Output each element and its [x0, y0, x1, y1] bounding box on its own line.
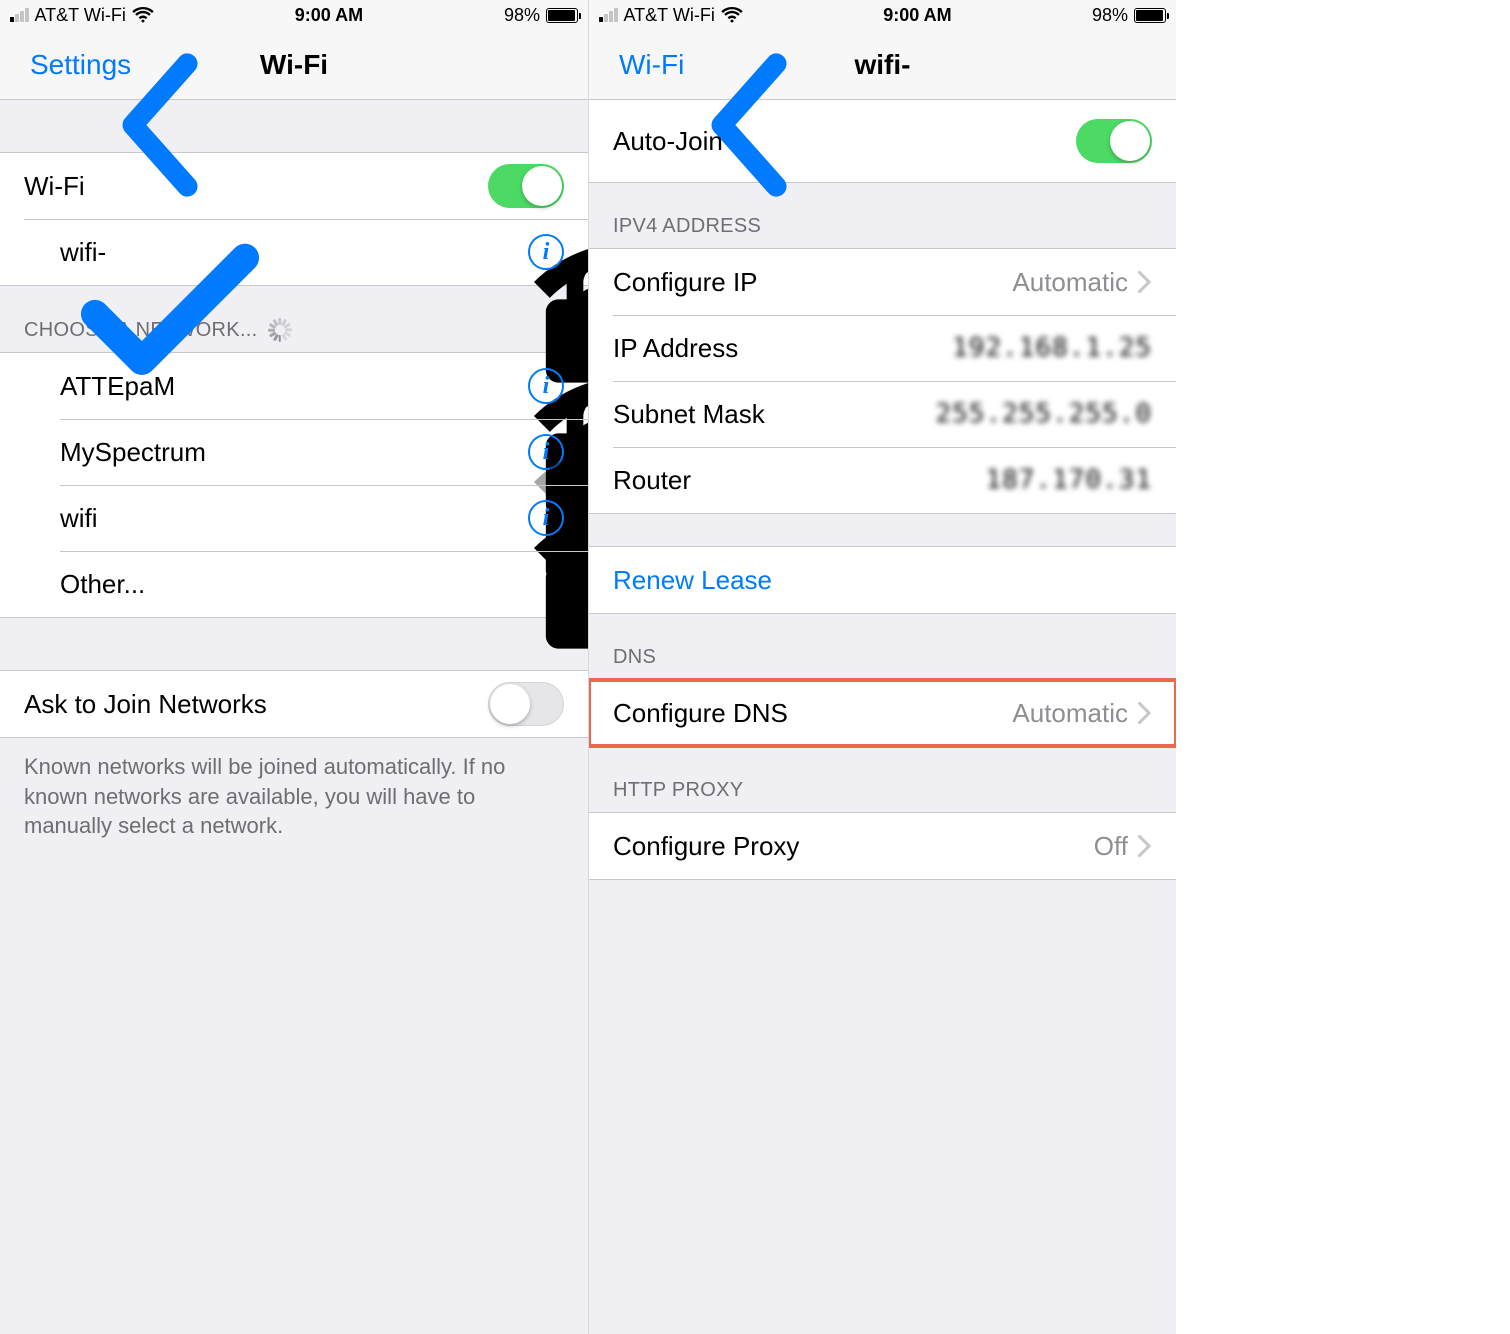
- ask-to-join-row[interactable]: Ask to Join Networks: [0, 671, 588, 737]
- router-row: Router 187.170.31: [589, 447, 1176, 513]
- connected-network-row[interactable]: wifi- i: [0, 219, 588, 285]
- lock-icon: [450, 441, 468, 463]
- status-bar: AT&T Wi-Fi 9:00 AM 98%: [589, 0, 1176, 30]
- configure-ip-row[interactable]: Configure IP Automatic: [589, 249, 1176, 315]
- auto-join-row[interactable]: Auto-Join: [589, 100, 1176, 182]
- battery-icon: [1134, 8, 1166, 23]
- router-value: 187.170.31: [985, 465, 1152, 495]
- network-name: ATTEpaM: [60, 371, 450, 402]
- http-proxy-header: HTTP PROXY: [589, 747, 1176, 812]
- subnet-mask-row: Subnet Mask 255.255.255.0: [589, 381, 1176, 447]
- configure-ip-value: Automatic: [1012, 267, 1128, 298]
- back-label: Settings: [30, 49, 131, 81]
- info-icon[interactable]: i: [528, 368, 564, 404]
- chevron-right-icon: [1138, 835, 1152, 857]
- wifi-strength-icon: [484, 376, 512, 396]
- wifi-toggle-row[interactable]: Wi-Fi: [0, 153, 588, 219]
- spinner-icon: [268, 318, 292, 342]
- configure-proxy-value: Off: [1094, 831, 1128, 862]
- ip-address-value: 192.168.1.25: [952, 333, 1152, 363]
- other-label: Other...: [60, 569, 564, 600]
- wifi-strength-icon: [484, 242, 512, 262]
- battery-percent: 98%: [504, 5, 540, 26]
- wifi-detail-screen: AT&T Wi-Fi 9:00 AM 98% Wi-Fi wifi- Auto-…: [588, 0, 1176, 1334]
- back-button[interactable]: Settings: [10, 49, 131, 81]
- wifi-strength-icon: [484, 442, 512, 462]
- battery-percent: 98%: [1092, 5, 1128, 26]
- configure-proxy-row[interactable]: Configure Proxy Off: [589, 813, 1176, 879]
- wifi-toggle-label: Wi-Fi: [24, 171, 488, 202]
- subnet-mask-label: Subnet Mask: [613, 399, 936, 430]
- back-label: Wi-Fi: [619, 49, 684, 81]
- info-icon[interactable]: i: [528, 234, 564, 270]
- network-name: MySpectrum: [60, 437, 450, 468]
- network-row[interactable]: MySpectrum i: [0, 419, 588, 485]
- carrier-label: AT&T Wi-Fi: [35, 5, 126, 26]
- status-time: 9:00 AM: [883, 5, 951, 26]
- info-icon[interactable]: i: [528, 500, 564, 536]
- renew-lease-row[interactable]: Renew Lease: [589, 547, 1176, 613]
- checkmark-icon: [20, 239, 46, 265]
- wifi-toggle[interactable]: [488, 164, 564, 208]
- wifi-status-icon: [132, 7, 154, 23]
- status-bar: AT&T Wi-Fi 9:00 AM 98%: [0, 0, 588, 30]
- renew-lease-label: Renew Lease: [613, 565, 1152, 596]
- configure-dns-label: Configure DNS: [613, 698, 1012, 729]
- chevron-left-icon: [10, 50, 28, 80]
- network-name: wifi: [60, 503, 450, 534]
- status-time: 9:00 AM: [295, 5, 363, 26]
- network-row[interactable]: wifi i: [0, 485, 588, 551]
- chevron-right-icon: [1138, 271, 1152, 293]
- ask-to-join-toggle[interactable]: [488, 682, 564, 726]
- battery-icon: [546, 8, 578, 23]
- ask-to-join-footer: Known networks will be joined automatica…: [0, 738, 588, 865]
- subnet-mask-value: 255.255.255.0: [936, 399, 1153, 429]
- lock-icon: [450, 375, 468, 397]
- auto-join-label: Auto-Join: [613, 126, 1076, 157]
- auto-join-toggle[interactable]: [1076, 119, 1152, 163]
- ip-address-row: IP Address 192.168.1.25: [589, 315, 1176, 381]
- chevron-left-icon: [599, 50, 617, 80]
- network-row[interactable]: ATTEpaM i: [0, 353, 588, 419]
- lock-icon: [450, 507, 468, 529]
- nav-bar: Wi-Fi wifi-: [589, 30, 1176, 100]
- ip-address-label: IP Address: [613, 333, 952, 364]
- cell-signal-icon: [599, 8, 618, 22]
- carrier-label: AT&T Wi-Fi: [624, 5, 715, 26]
- wifi-list-screen: AT&T Wi-Fi 9:00 AM 98% Settings Wi-Fi Wi…: [0, 0, 588, 1334]
- lock-icon: [450, 241, 468, 263]
- configure-dns-row[interactable]: Configure DNS Automatic: [589, 680, 1176, 746]
- configure-ip-label: Configure IP: [613, 267, 1012, 298]
- wifi-strength-icon: [484, 508, 512, 528]
- configure-dns-value: Automatic: [1012, 698, 1128, 729]
- configure-proxy-label: Configure Proxy: [613, 831, 1094, 862]
- other-network-row[interactable]: Other...: [0, 551, 588, 617]
- nav-bar: Settings Wi-Fi: [0, 30, 588, 100]
- wifi-status-icon: [721, 7, 743, 23]
- cell-signal-icon: [10, 8, 29, 22]
- dns-header: DNS: [589, 614, 1176, 679]
- router-label: Router: [613, 465, 985, 496]
- chevron-right-icon: [1138, 702, 1152, 724]
- back-button[interactable]: Wi-Fi: [599, 49, 684, 81]
- ask-to-join-label: Ask to Join Networks: [24, 689, 488, 720]
